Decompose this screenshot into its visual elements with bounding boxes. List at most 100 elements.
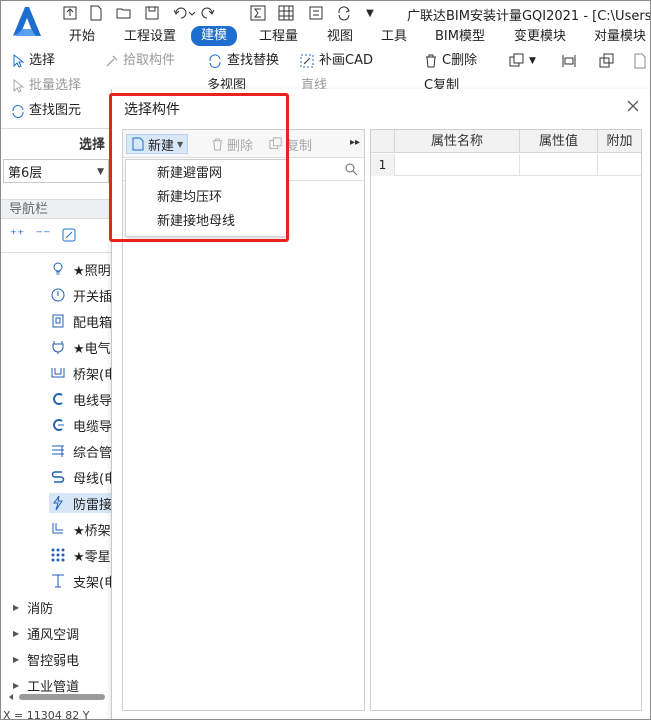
delete-button[interactable]: 删除 bbox=[211, 134, 253, 154]
pin-save-icon[interactable] bbox=[61, 4, 79, 22]
coordinate-status: X = 11304 82 Y bbox=[3, 709, 90, 720]
horizontal-scrollbar[interactable] bbox=[7, 691, 111, 703]
find-replace-label: 查找替换 bbox=[227, 53, 280, 68]
row-number: 1 bbox=[371, 154, 395, 176]
save-icon[interactable] bbox=[143, 4, 161, 22]
new-dropdown-arrow-icon: ▼ bbox=[177, 139, 184, 149]
chevron-right-icon[interactable]: ▶ bbox=[13, 603, 19, 612]
toolbar-overflow-icon[interactable]: ▸▸ bbox=[350, 137, 360, 148]
copy-dropdown-button[interactable]: ▼ bbox=[509, 50, 536, 72]
align-icon bbox=[562, 55, 576, 67]
more-ribbon-button[interactable] bbox=[633, 50, 647, 72]
tray-fitting-icon bbox=[49, 520, 67, 538]
nav-item-label: ★桥架 bbox=[73, 523, 111, 539]
copy-label: 复制 bbox=[286, 138, 313, 154]
refresh-icon[interactable] bbox=[335, 4, 353, 22]
bracket-icon bbox=[49, 572, 67, 590]
menu-start[interactable]: 开始 bbox=[69, 27, 95, 47]
find-replace-icon bbox=[209, 54, 221, 69]
menu-change-module[interactable]: 变更模块 bbox=[514, 27, 566, 47]
nav-item-label: 综合管 bbox=[73, 445, 113, 461]
patch-cad-label: 补画CAD bbox=[319, 53, 373, 68]
nav-item-label: ★电气 bbox=[73, 341, 111, 357]
chevron-right-icon[interactable]: ▶ bbox=[13, 655, 19, 664]
delete-label: 删除 bbox=[227, 138, 254, 154]
patch-cad-button[interactable]: 补画CAD bbox=[299, 50, 373, 72]
layer-icon[interactable] bbox=[307, 4, 325, 22]
nav-item[interactable]: ★零星 bbox=[49, 545, 111, 565]
c-delete-label: C删除 bbox=[442, 53, 478, 68]
batch-select-label: 批量选择 bbox=[29, 78, 82, 93]
nav-item[interactable]: 电线导 bbox=[49, 389, 112, 409]
close-icon[interactable] bbox=[624, 97, 642, 115]
collapse-all-icon[interactable]: ⁻⁻ bbox=[35, 227, 51, 243]
chevron-right-icon[interactable]: ▶ bbox=[13, 629, 19, 638]
align-button[interactable] bbox=[561, 50, 577, 72]
nav-group-label: 通风空调 bbox=[27, 627, 80, 643]
nav-item[interactable]: 开关插 bbox=[49, 285, 112, 305]
pick-component-button[interactable]: 拾取构件 bbox=[105, 50, 175, 72]
c-delete-button[interactable]: C删除 bbox=[424, 50, 477, 72]
additional-cell[interactable] bbox=[598, 154, 641, 176]
grid-icon[interactable] bbox=[277, 4, 295, 22]
nav-item[interactable]: 综合管 bbox=[49, 441, 112, 461]
lightning-icon bbox=[49, 494, 67, 512]
customize-arrow-icon[interactable]: ▼ bbox=[361, 4, 379, 22]
menu-bim-model[interactable]: BIM模型 bbox=[435, 27, 485, 47]
nav-item[interactable]: 桥架(电 bbox=[49, 363, 117, 383]
pick-component-label: 拾取构件 bbox=[123, 53, 176, 68]
new-button[interactable]: 新建 ▼ bbox=[126, 134, 189, 154]
nav-item[interactable]: 防雷接 bbox=[49, 493, 113, 513]
find-element-button[interactable]: 查找图元 bbox=[11, 100, 81, 122]
floor-select[interactable]: 第6层 ▼ bbox=[3, 159, 109, 183]
table-row[interactable]: 1 bbox=[371, 154, 641, 176]
nav-item-label: ★照明 bbox=[73, 263, 111, 279]
property-value-cell[interactable] bbox=[520, 154, 598, 176]
nav-item[interactable]: 母线(电 bbox=[49, 467, 117, 487]
menu-item-new-ground-busbar[interactable]: 新建接地母线 bbox=[157, 212, 235, 232]
nav-item[interactable]: ★电气 bbox=[49, 337, 111, 357]
nav-item[interactable]: 电缆导 bbox=[49, 415, 112, 435]
menu-view[interactable]: 视图 bbox=[327, 27, 353, 47]
copy-button[interactable]: 复制 bbox=[269, 134, 312, 154]
glodon-logo-icon[interactable] bbox=[9, 3, 45, 39]
nav-item[interactable]: 支架(电 bbox=[49, 571, 117, 591]
undo-icon[interactable] bbox=[171, 4, 197, 22]
property-value-header: 属性值 bbox=[520, 130, 598, 153]
menu-tools[interactable]: 工具 bbox=[381, 27, 407, 47]
find-replace-button[interactable]: 查找替换 bbox=[207, 50, 279, 72]
open-folder-icon[interactable] bbox=[115, 4, 133, 22]
select-button[interactable]: 选择 bbox=[11, 50, 55, 72]
expand-all-icon[interactable]: ⁺⁺ bbox=[9, 227, 25, 243]
plug-icon bbox=[49, 338, 67, 356]
wire-conduit-icon bbox=[49, 390, 67, 408]
edit-icon[interactable] bbox=[61, 227, 77, 243]
menu-item-new-equalizing-ring[interactable]: 新建均压环 bbox=[157, 188, 222, 208]
search-icon[interactable] bbox=[344, 162, 358, 176]
nav-item-label: 防雷接 bbox=[73, 497, 113, 513]
new-file-icon[interactable] bbox=[87, 4, 105, 22]
property-name-cell[interactable] bbox=[395, 154, 520, 176]
nav-item[interactable]: ★照明 bbox=[49, 259, 111, 279]
menu-quantity[interactable]: 工程量 bbox=[259, 27, 298, 47]
menu-project-settings[interactable]: 工程设置 bbox=[124, 27, 176, 47]
stack-button[interactable] bbox=[599, 50, 615, 72]
menu-bar: 开始 工程设置 建模 工程量 视图 工具 BIM模型 变更模块 对量模块 bbox=[49, 25, 650, 47]
trash-icon bbox=[426, 54, 436, 68]
dots-grid-icon bbox=[49, 546, 67, 564]
nav-group[interactable]: ▶ 智控弱电 bbox=[13, 649, 79, 669]
nav-item[interactable]: ★桥架 bbox=[49, 519, 111, 539]
batch-select-icon bbox=[13, 79, 25, 93]
redo-icon[interactable] bbox=[199, 4, 223, 22]
menu-item-new-lightning-net[interactable]: 新建避雷网 bbox=[157, 164, 222, 184]
integrated-pipe-icon bbox=[49, 442, 67, 460]
nav-bar-title: 导航栏 bbox=[1, 199, 111, 219]
sum-icon[interactable] bbox=[249, 4, 267, 22]
nav-group[interactable]: ▶ 通风空调 bbox=[13, 623, 79, 643]
nav-group[interactable]: ▶ 消防 bbox=[13, 597, 53, 617]
chevron-right-icon[interactable]: ▶ bbox=[13, 681, 19, 690]
nav-item[interactable]: 配电箱 bbox=[49, 311, 112, 331]
menu-modeling[interactable]: 建模 bbox=[191, 26, 238, 46]
menu-compare-module[interactable]: 对量模块 bbox=[594, 27, 646, 47]
batch-select-button[interactable]: 批量选择 bbox=[11, 75, 81, 97]
